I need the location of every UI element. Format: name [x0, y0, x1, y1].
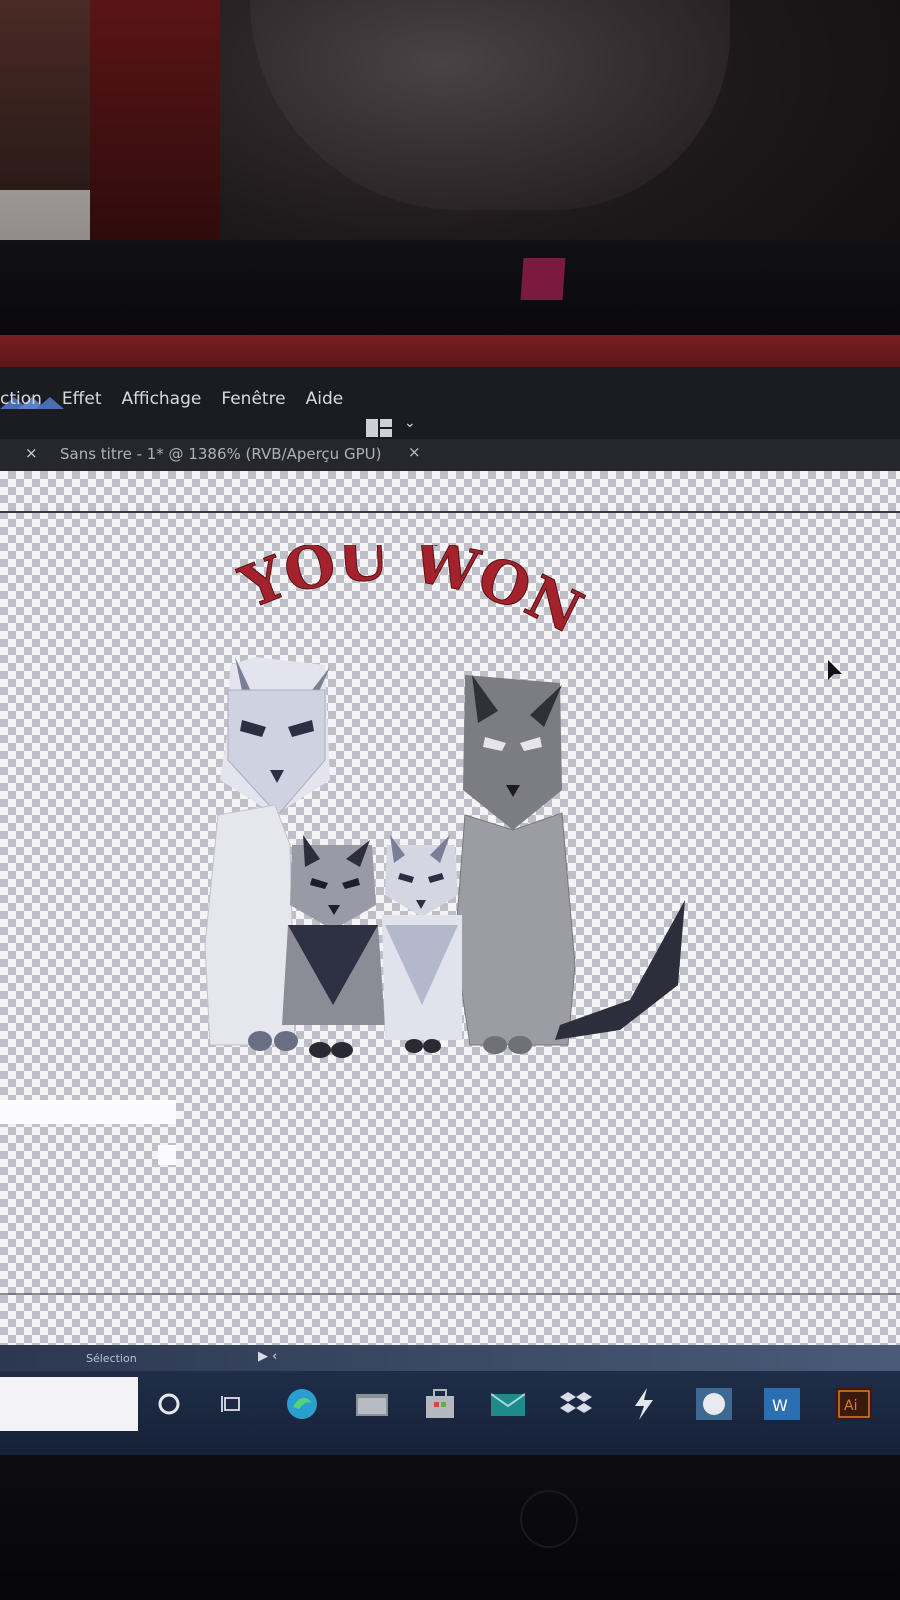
headline-textpath: YOU WON [230, 545, 593, 647]
menu-item-effet[interactable]: Effet [62, 389, 102, 409]
edge-icon[interactable] [284, 1387, 320, 1421]
workspace-layout-icon[interactable] [366, 419, 392, 437]
illustrator-icon[interactable]: Ai [836, 1387, 872, 1421]
monitor-bezel-bottom [0, 1455, 900, 1600]
mail-icon[interactable] [490, 1387, 526, 1421]
svg-text:Ai: Ai [844, 1398, 857, 1414]
task-view-icon[interactable] [214, 1387, 250, 1421]
menu-item-fenetre[interactable]: Fenêtre [221, 389, 285, 409]
headline-text: YOU WON [231, 545, 593, 647]
title-bar [0, 335, 900, 369]
status-nav-arrows[interactable]: ▶ ‹ [258, 1349, 277, 1364]
screen-glare [0, 1100, 176, 1124]
artboard-bottom-edge [0, 1293, 900, 1295]
tab-close-icon[interactable]: × [408, 443, 421, 461]
document-tab-title[interactable]: Sans titre - 1* @ 1386% (RVB/Aperçu GPU) [60, 445, 381, 463]
lightning-icon[interactable] [626, 1387, 662, 1421]
svg-text:W: W [772, 1396, 788, 1415]
menu-item-selection[interactable]: ction [0, 389, 42, 409]
chevron-down-icon[interactable]: ⌄ [404, 415, 416, 431]
artwork-illustration[interactable]: YOU WON [200, 545, 700, 1075]
file-explorer-icon[interactable] [354, 1387, 390, 1421]
dropbox-icon[interactable] [558, 1387, 594, 1421]
menu-bar: ction Effet Affichage Fenêtre Aide ⌄ [0, 367, 900, 439]
store-icon[interactable] [422, 1387, 458, 1421]
small-light-cat [382, 835, 462, 1053]
app-circle-icon[interactable] [696, 1387, 732, 1421]
monitor-bezel-top [0, 240, 900, 340]
search-circle-icon[interactable] [151, 1387, 187, 1421]
hp-logo-icon [520, 1490, 578, 1548]
menu-item-aide[interactable]: Aide [306, 389, 344, 409]
windows-taskbar: W Ai [0, 1371, 900, 1455]
large-grey-cat [454, 675, 685, 1054]
status-bar: Sélection ▶ ‹ [0, 1345, 900, 1371]
word-icon[interactable]: W [764, 1387, 800, 1421]
document-tab-bar: × Sans titre - 1* @ 1386% (RVB/Aperçu GP… [0, 439, 900, 471]
webcam-cover [520, 258, 566, 300]
small-dark-cat [282, 835, 385, 1058]
status-tool-label: Sélection [86, 1352, 137, 1365]
taskbar-search-box[interactable] [0, 1377, 138, 1431]
red-object [90, 0, 220, 245]
background-object [250, 0, 730, 210]
artboard-top-edge [0, 511, 900, 513]
mouse-cursor-icon [828, 660, 842, 680]
screen-glare-small [158, 1145, 176, 1165]
menu-item-affichage[interactable]: Affichage [122, 389, 202, 409]
close-icon[interactable]: × [25, 444, 38, 462]
